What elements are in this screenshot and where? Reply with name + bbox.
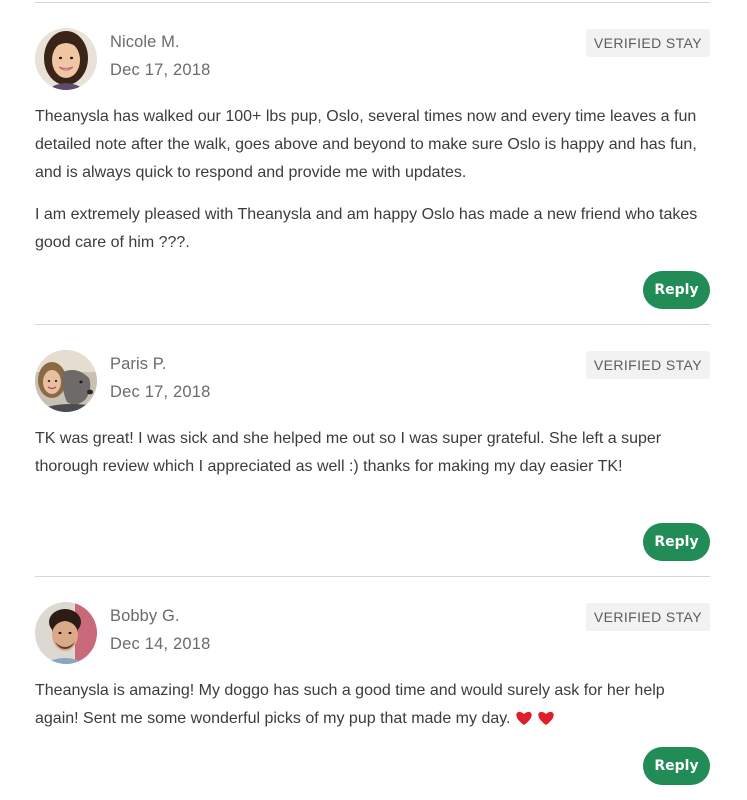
reviewer-name: Paris P. [110,355,167,373]
review-paragraph: TK was great! I was sick and she helped … [35,430,662,475]
verified-stay-badge: VERIFIED STAY [585,351,710,379]
reviewer-name: Bobby G. [110,607,180,625]
reply-button[interactable]: Reply [643,523,710,561]
verified-stay-badge: VERIFIED STAY [585,603,710,631]
review-paragraph: I am extremely pleased with Theanysla an… [35,206,698,251]
review-date: Dec 17, 2018 [110,383,211,401]
reviewer-avatar[interactable] [35,28,97,90]
review-text: Theanysla is amazing! My doggo has such … [35,677,710,736]
reviewer-avatar[interactable] [35,350,97,412]
review-card: Bobby G. Dec 14, 2018 VERIFIED STAY Thea… [35,576,710,800]
review-text: TK was great! I was sick and she helped … [35,425,710,481]
review-card: Nicole M. Dec 17, 2018 VERIFIED STAY The… [35,0,710,325]
person-photo-avatar-icon [35,28,97,90]
review-paragraph-text: Theanysla is amazing! My doggo has such … [35,682,665,727]
heart-icon [537,708,555,736]
reviewer-name: Nicole M. [110,33,180,51]
verified-stay-badge: VERIFIED STAY [585,29,710,57]
review-paragraph: Theanysla is amazing! My doggo has such … [35,677,710,736]
review-paragraph: Theanysla has walked our 100+ lbs pup, O… [35,108,697,181]
reply-button[interactable]: Reply [643,747,710,785]
review-date: Dec 17, 2018 [110,61,211,79]
review-date: Dec 14, 2018 [110,635,211,653]
reply-button[interactable]: Reply [643,271,710,309]
review-text: Theanysla has walked our 100+ lbs pup, O… [35,103,710,257]
review-card: Paris P. Dec 17, 2018 VERIFIED STAY TK w… [35,324,710,577]
reviewer-avatar[interactable] [35,602,97,664]
person-with-dog-avatar-icon [35,350,97,412]
heart-icon [515,708,533,736]
person-photo-avatar-icon [35,602,97,664]
